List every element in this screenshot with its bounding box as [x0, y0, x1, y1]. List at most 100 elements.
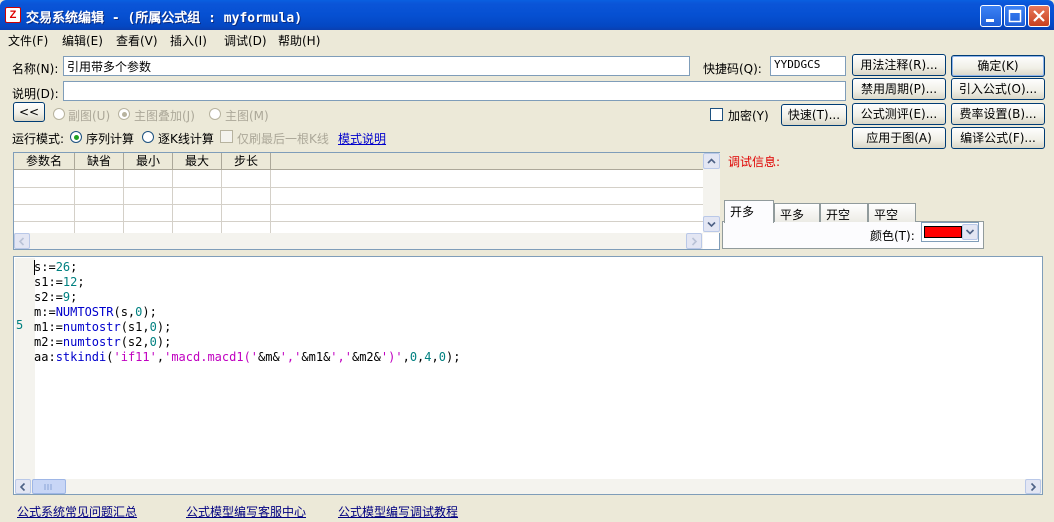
maximize-button[interactable] [1004, 5, 1026, 27]
menu-insert[interactable]: 插入(I) [170, 32, 207, 49]
param-hscroll[interactable] [14, 233, 703, 249]
formula-test-button[interactable]: 公式测评(E)... [852, 103, 946, 125]
tab-open-long[interactable]: 开多 [724, 200, 774, 223]
code-token: 0 [438, 350, 446, 364]
maximize-icon [1008, 9, 1022, 23]
close-button[interactable] [1028, 5, 1050, 27]
compile-button[interactable]: 编译公式(F)... [951, 127, 1045, 149]
code-token: m:= [34, 305, 56, 319]
tab-close-long[interactable]: 平多 [774, 203, 820, 222]
code-line[interactable]: aa:stkindi('if11','macd.macd1('&m&','&m1… [34, 350, 460, 365]
fee-settings-button[interactable]: 费率设置(B)... [951, 103, 1045, 125]
param-vscroll[interactable] [703, 153, 720, 233]
apply-to-chart-button[interactable]: 应用于图(A) [852, 127, 946, 149]
color-dropdown-button[interactable] [962, 224, 978, 240]
code-line[interactable]: s1:=12; [34, 275, 85, 290]
grid-col-line [74, 170, 75, 236]
code-token: 0 [149, 320, 157, 334]
desc-input[interactable] [63, 81, 846, 101]
app-icon-glyph: Z [9, 9, 17, 21]
grid-row-line [14, 187, 704, 188]
tab-close-short[interactable]: 平空 [868, 203, 916, 222]
ok-button[interactable]: 确定(K) [951, 55, 1045, 77]
minimize-button[interactable] [980, 5, 1002, 27]
import-formula-button[interactable]: 引入公式(O)... [951, 78, 1045, 100]
minimize-icon [986, 19, 994, 22]
scroll-right-button[interactable] [686, 233, 702, 249]
code-token: , [402, 350, 410, 364]
scroll-thumb[interactable] [32, 479, 66, 494]
subchart-radio[interactable] [53, 108, 65, 120]
scroll-right-button[interactable] [1025, 479, 1041, 494]
nav-prev-button[interactable]: << [13, 102, 45, 122]
code-token: m1:= [34, 320, 63, 334]
param-col-max: 最大 [173, 153, 222, 170]
faq-link[interactable]: 公式系统常见问题汇总 [17, 503, 137, 520]
scroll-down-button[interactable] [703, 216, 720, 232]
support-center-link[interactable]: 公式模型编写客服中心 [186, 503, 306, 520]
menu-edit[interactable]: 编辑(E) [62, 32, 103, 49]
code-line[interactable]: m1:=numtostr(s1,0); [34, 320, 171, 335]
formula-editor[interactable]: 5 s:=26; s1:=12; s2:=9; m:=NUMTOSTR(s,0); m1… [13, 256, 1043, 495]
code-token: ); [445, 350, 461, 364]
code-token: ; [70, 260, 78, 274]
scroll-left-button[interactable] [15, 479, 31, 494]
code-token: ); [142, 305, 157, 319]
mode-help-link[interactable]: 模式说明 [338, 130, 386, 147]
encrypt-label: 加密(Y) [728, 109, 769, 123]
sequence-calc-radio[interactable] [70, 131, 82, 143]
code-token: s:= [34, 260, 56, 274]
disabled-periods-button[interactable]: 禁用周期(P)... [852, 78, 946, 100]
color-select[interactable] [921, 222, 979, 242]
last-bar-label: 仅刷最后一根K线 [237, 132, 329, 146]
editor-hscroll[interactable] [15, 479, 1042, 494]
grid-col-line [221, 170, 222, 236]
chevron-down-icon [965, 229, 975, 235]
code-token: 12 [62, 275, 78, 289]
menu-bar [0, 30, 1054, 50]
menu-file[interactable]: 文件(F) [8, 32, 48, 49]
chevron-left-icon [18, 237, 25, 246]
param-table[interactable]: 参数名 缺省 最小 最大 步长 [13, 152, 720, 250]
param-col-step: 步长 [222, 153, 271, 170]
encrypt-checkbox[interactable] [710, 108, 723, 121]
code-token: 'if11' [113, 350, 157, 364]
code-token: numtostr [62, 335, 121, 349]
code-token: numtostr [62, 320, 121, 334]
mainchart-radio[interactable] [209, 108, 221, 120]
shortcut-label: 快捷码(Q): [703, 62, 762, 76]
shortcut-input[interactable]: YYDDGCS [770, 56, 846, 76]
code-token: s2:= [34, 290, 63, 304]
chevron-up-icon [707, 158, 716, 164]
window-title: 交易系统编辑 - (所属公式组 : myformula) [26, 11, 303, 26]
code-token: 4 [424, 350, 432, 364]
scroll-up-button[interactable] [703, 153, 720, 169]
usage-notes-button[interactable]: 用法注释(R)... [852, 54, 946, 76]
param-col-filler [271, 153, 703, 170]
code-token: &m1& [301, 350, 331, 364]
code-line[interactable]: m:=NUMTOSTR(s,0); [34, 305, 157, 320]
quick-button[interactable]: 快速(T)... [781, 104, 847, 126]
main-overlay-radio[interactable] [118, 108, 130, 120]
menu-view[interactable]: 查看(V) [116, 32, 158, 49]
code-token: stkindi [55, 350, 107, 364]
code-token: 0 [409, 350, 418, 364]
tutorial-link[interactable]: 公式模型编写调试教程 [338, 503, 458, 520]
tab-open-short[interactable]: 开空 [820, 203, 868, 222]
code-line[interactable]: s2:=9; [34, 290, 77, 305]
chevron-down-icon [707, 221, 716, 228]
name-input[interactable]: 引用带多个参数 [63, 56, 690, 76]
app-icon: Z [5, 7, 21, 23]
per-bar-calc-radio[interactable] [142, 131, 154, 143]
last-bar-checkbox[interactable] [220, 130, 233, 143]
menu-debug[interactable]: 调试(D) [224, 32, 267, 49]
grid-col-line [270, 170, 271, 236]
code-line[interactable]: s:=26; [34, 260, 77, 275]
code-line[interactable]: m2:=numtostr(s2,0); [34, 335, 171, 350]
sequence-calc-label: 序列计算 [86, 132, 135, 146]
code-token: ',' [279, 350, 302, 364]
code-token: m2:= [34, 335, 63, 349]
scroll-left-button[interactable] [14, 233, 30, 249]
menu-help[interactable]: 帮助(H) [278, 32, 320, 49]
debug-info-label: 调试信息: [728, 155, 781, 169]
